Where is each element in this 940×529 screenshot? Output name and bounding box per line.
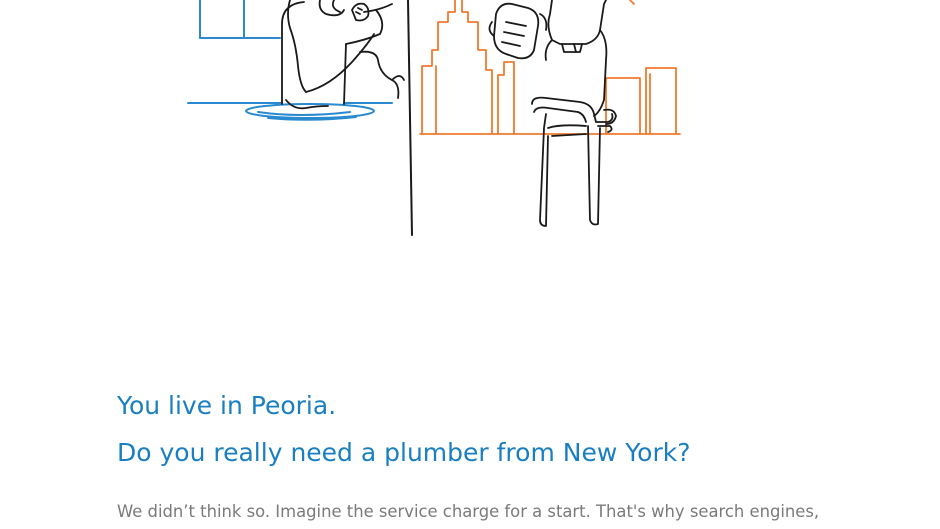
- headline-peoria: You live in Peoria.: [117, 391, 337, 420]
- plumbers-illustration: [187, 0, 681, 236]
- divider-line: [407, 0, 413, 236]
- headline-plumber-question: Do you really need a plumber from New Yo…: [117, 438, 691, 467]
- body-paragraph: We didn’t think so. Imagine the service …: [117, 502, 820, 521]
- left-plumber-icon: [281, 0, 405, 110]
- right-plumber-icon: [488, 0, 617, 227]
- peoria-skyline-icon: [187, 0, 393, 121]
- new-york-skyline-icon: [419, 0, 681, 135]
